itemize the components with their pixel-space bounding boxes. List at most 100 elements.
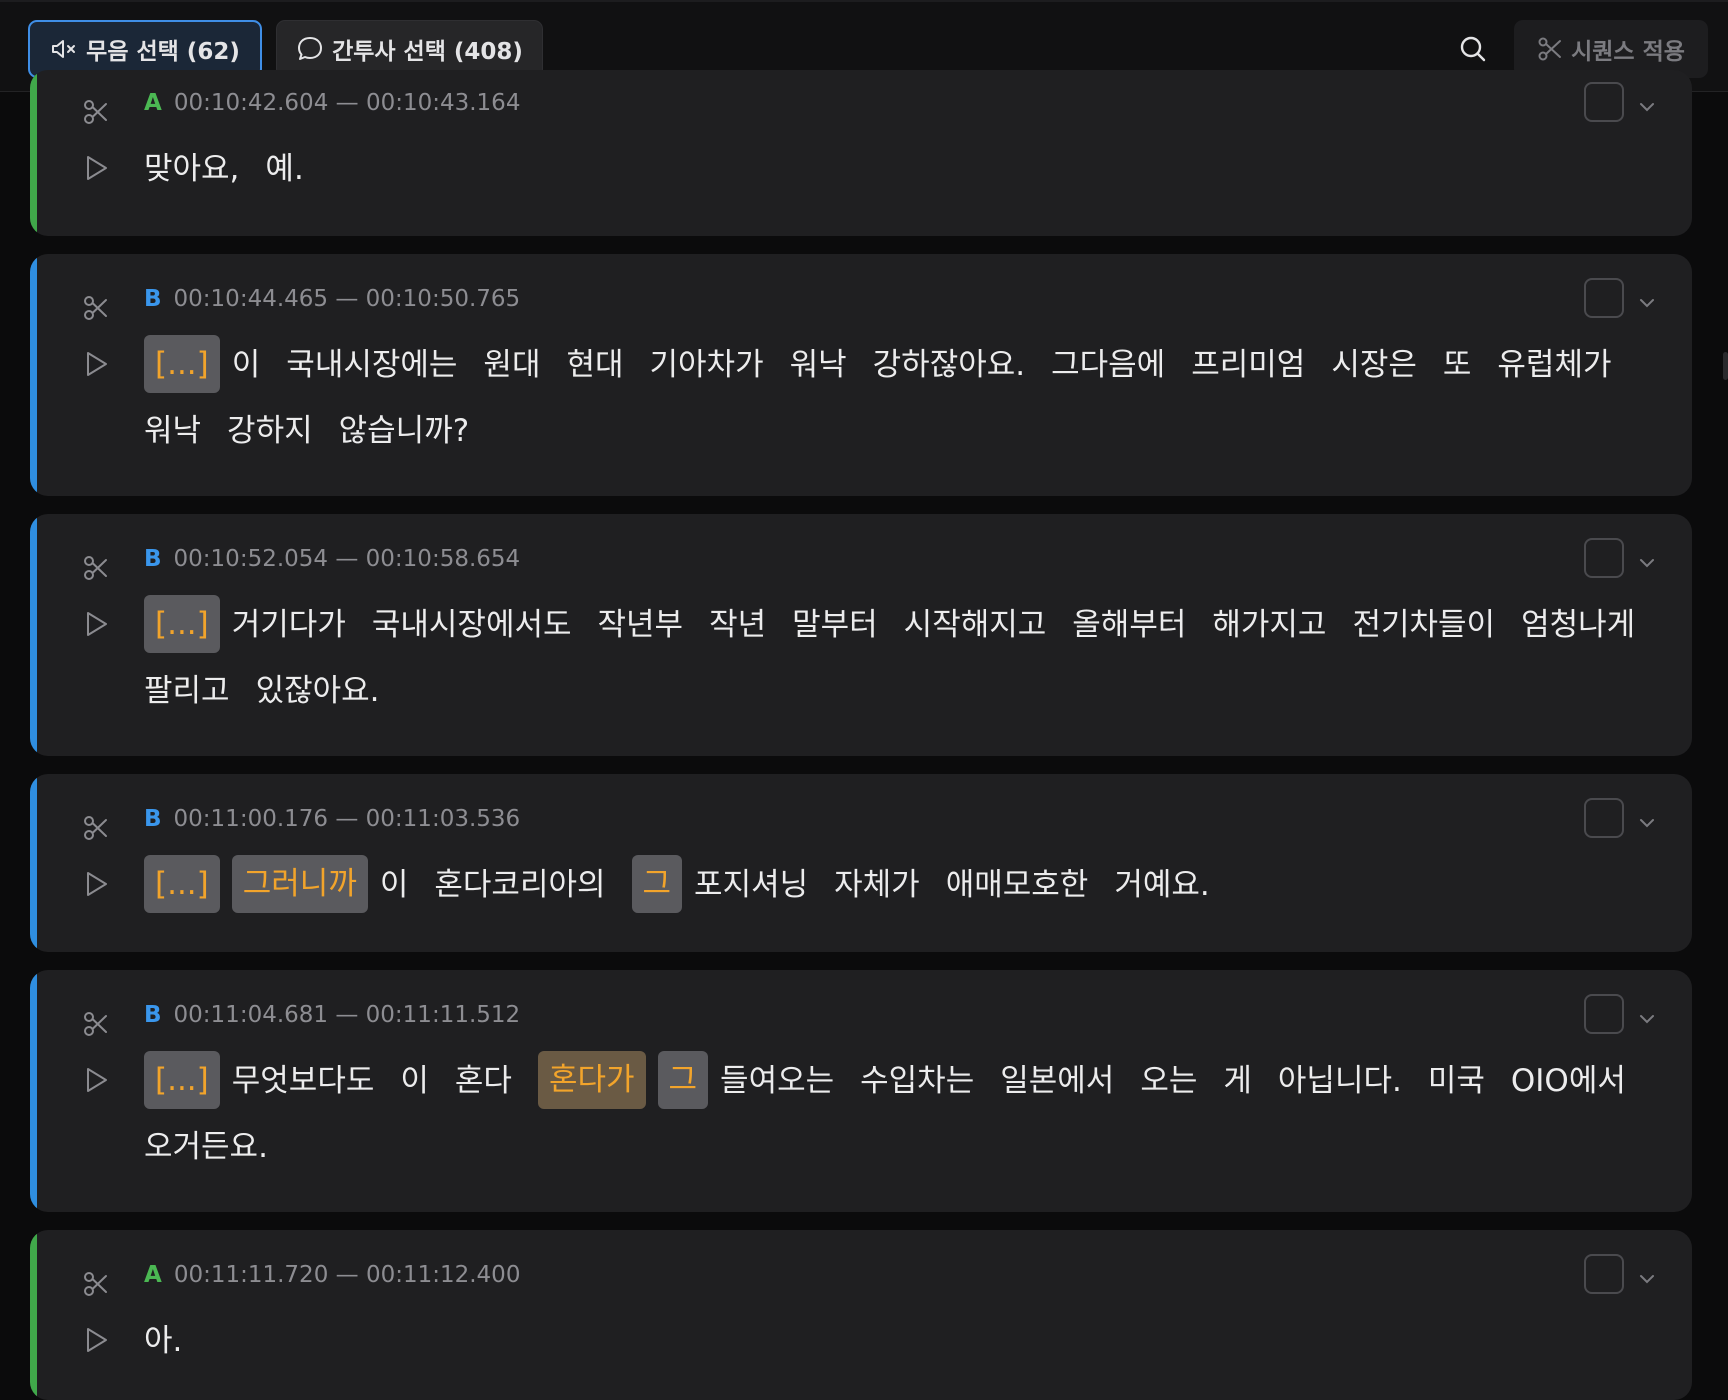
transcript-word[interactable]: 있잖아요. xyxy=(256,658,380,724)
transcript-word[interactable]: 팔리고 xyxy=(144,658,230,724)
transcript-word[interactable]: 그다음에 xyxy=(1051,332,1165,398)
transcript-word[interactable]: OIO에서 xyxy=(1511,1048,1626,1114)
transcript-word[interactable]: 올해부터 xyxy=(1072,592,1186,658)
transcript-word[interactable]: 말부터 xyxy=(792,592,878,658)
chevron-down-icon[interactable] xyxy=(1638,1010,1656,1024)
speech-bubble-icon xyxy=(296,35,324,63)
transcript-word[interactable]: 들여오는 xyxy=(720,1048,834,1114)
transcript-segment[interactable]: A 00:11:11.720 — 00:11:12.400 아. xyxy=(30,1230,1692,1400)
speaker-label: B xyxy=(144,546,162,572)
transcript-word[interactable]: 일본에서 xyxy=(1000,1048,1114,1114)
transcript-word[interactable]: 원대 xyxy=(483,332,540,398)
speaker-color-bar xyxy=(30,774,37,952)
chevron-down-icon[interactable] xyxy=(1638,98,1656,112)
transcript-word[interactable]: 애매모호한 xyxy=(946,852,1089,918)
transcript-segment[interactable]: A 00:10:42.604 — 00:10:43.164 맞아요, 예. xyxy=(30,70,1692,236)
segment-checkbox[interactable] xyxy=(1584,798,1624,838)
segment-checkbox[interactable] xyxy=(1584,538,1624,578)
chevron-down-icon[interactable] xyxy=(1638,294,1656,308)
transcript-word[interactable]: 기아차가 xyxy=(650,332,764,398)
filler-word-chip[interactable]: [...] xyxy=(144,1050,220,1109)
transcript-word[interactable]: 혼다 xyxy=(455,1048,512,1114)
transcript-word[interactable]: 거기다가 xyxy=(232,592,346,658)
transcript-word[interactable]: 국내시장에서도 xyxy=(372,592,572,658)
transcript-word[interactable]: 맞아요, xyxy=(144,136,239,202)
transcript-word[interactable]: 혼다코리아의 xyxy=(434,852,605,918)
filler-word-chip[interactable]: 그 xyxy=(657,1050,709,1109)
play-icon[interactable] xyxy=(84,154,110,182)
scrollbar-thumb[interactable] xyxy=(1723,352,1728,380)
scissors-icon[interactable] xyxy=(82,814,110,842)
filler-word-chip[interactable]: [...] xyxy=(144,594,220,653)
transcript-word[interactable]: 유럽체가 xyxy=(1497,332,1611,398)
filler-word-chip[interactable]: 혼다가 xyxy=(537,1050,646,1109)
scissors-icon xyxy=(1537,36,1563,62)
segment-text: [...] 그러니까 이 혼다코리아의 그 포지셔닝 자체가 애매모호한 거예요. xyxy=(144,852,1684,918)
transcript-word[interactable]: 수입차는 xyxy=(860,1048,974,1114)
mute-icon xyxy=(50,37,78,61)
filler-word-chip[interactable]: [...] xyxy=(144,854,220,913)
filler-word-chip[interactable]: 그 xyxy=(631,854,683,913)
transcript-word[interactable]: 않습니까? xyxy=(339,398,470,464)
scissors-icon[interactable] xyxy=(82,1010,110,1038)
transcript-word[interactable]: 아. xyxy=(144,1308,182,1374)
transcript-word[interactable]: 워낙 xyxy=(790,332,847,398)
search-icon[interactable] xyxy=(1456,32,1490,66)
transcript-word[interactable]: 강하잖아요. xyxy=(873,332,1025,398)
play-icon[interactable] xyxy=(84,870,110,898)
segment-text: [...] 거기다가 국내시장에서도 작년부 작년 말부터 시작해지고 올해부터 해가지고 전기차… xyxy=(144,592,1684,724)
transcript-word[interactable]: 이 xyxy=(232,332,261,398)
transcript-word[interactable]: 강하지 xyxy=(227,398,313,464)
play-icon[interactable] xyxy=(84,350,110,378)
transcript-word[interactable]: 엄청나게 xyxy=(1521,592,1635,658)
transcript-word[interactable]: 프리미엄 xyxy=(1191,332,1305,398)
play-icon[interactable] xyxy=(84,1326,110,1354)
transcript-word[interactable]: 국내시장에는 xyxy=(286,332,457,398)
scissors-icon[interactable] xyxy=(82,98,110,126)
transcript-segment[interactable]: B 00:11:04.681 — 00:11:11.512 [...] 무엇보다도 이 혼… xyxy=(30,970,1692,1212)
segment-time: 00:11:11.720 — 00:11:12.400 xyxy=(173,1262,521,1288)
segment-checkbox[interactable] xyxy=(1584,994,1624,1034)
transcript-word[interactable]: 무엇보다도 xyxy=(232,1048,375,1114)
transcript-word[interactable]: 게 xyxy=(1223,1048,1252,1114)
transcript-word[interactable]: 예. xyxy=(265,136,303,202)
transcript-segment[interactable]: B 00:10:44.465 — 00:10:50.765 [...] 이 국내시장에는… xyxy=(30,254,1692,496)
filler-word-chip[interactable]: [...] xyxy=(144,334,220,393)
transcript-word[interactable]: 아닙니다. xyxy=(1278,1048,1402,1114)
transcript-word[interactable]: 시장은 xyxy=(1331,332,1417,398)
chevron-down-icon[interactable] xyxy=(1638,814,1656,828)
segment-checkbox[interactable] xyxy=(1584,278,1624,318)
segment-checkbox[interactable] xyxy=(1584,1254,1624,1294)
transcript-word[interactable]: 포지셔닝 xyxy=(694,852,808,918)
transcript-word[interactable]: 또 xyxy=(1443,332,1472,398)
scissors-icon[interactable] xyxy=(82,554,110,582)
segment-text: [...] 이 국내시장에는 원대 현대 기아차가 워낙 강하잖아요. 그다음에 프리미엄 시장은 또… xyxy=(144,332,1684,464)
transcript-word[interactable]: 이 xyxy=(400,1048,429,1114)
transcript-word[interactable]: 전기차들이 xyxy=(1352,592,1495,658)
transcript-segment[interactable]: B 00:11:00.176 — 00:11:03.536 [...] 그러니까 이 혼다… xyxy=(30,774,1692,952)
play-icon[interactable] xyxy=(84,610,110,638)
scissors-icon[interactable] xyxy=(82,294,110,322)
play-icon[interactable] xyxy=(84,1066,110,1094)
filler-word-chip[interactable]: 그러니까 xyxy=(231,854,368,913)
transcript-word[interactable]: 오는 xyxy=(1140,1048,1197,1114)
speaker-label: A xyxy=(144,90,162,116)
transcript-word[interactable]: 현대 xyxy=(566,332,623,398)
chevron-down-icon[interactable] xyxy=(1638,1270,1656,1284)
transcript-word[interactable]: 해가지고 xyxy=(1212,592,1326,658)
transcript-word[interactable]: 워낙 xyxy=(144,398,201,464)
transcript-word[interactable]: 이 xyxy=(380,852,409,918)
transcript-word[interactable]: 자체가 xyxy=(834,852,920,918)
apply-sequence-label: 시퀀스 적용 xyxy=(1571,39,1685,65)
transcript-word[interactable]: 미국 xyxy=(1428,1048,1485,1114)
transcript-word[interactable]: 시작해지고 xyxy=(904,592,1047,658)
transcript-word[interactable]: 오거든요. xyxy=(144,1114,268,1180)
transcript-segment[interactable]: B 00:10:52.054 — 00:10:58.654 [...] 거기다가 국내시… xyxy=(30,514,1692,756)
transcript-word[interactable]: 작년 xyxy=(709,592,766,658)
transcript-word[interactable]: 작년부 xyxy=(598,592,684,658)
segment-checkbox[interactable] xyxy=(1584,82,1624,122)
segment-time: 00:10:42.604 — 00:10:43.164 xyxy=(173,90,521,116)
chevron-down-icon[interactable] xyxy=(1638,554,1656,568)
transcript-word[interactable]: 거예요. xyxy=(1114,852,1209,918)
scissors-icon[interactable] xyxy=(82,1270,110,1298)
